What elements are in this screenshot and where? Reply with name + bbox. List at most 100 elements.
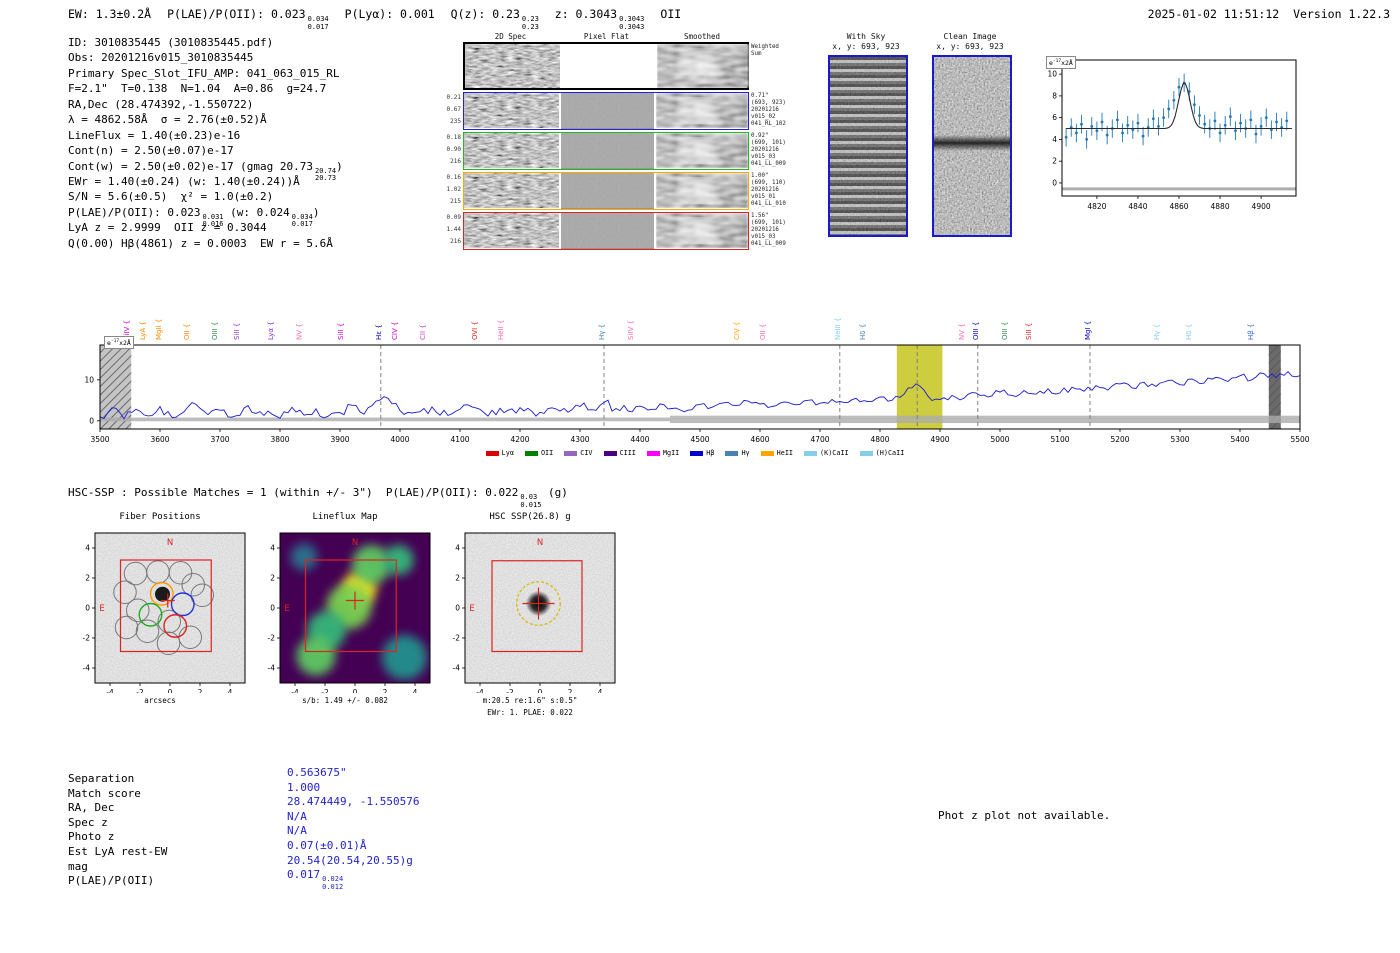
detection-info-block: ID: 3010835445 (3010835445.pdf) Obs: 2020… (68, 36, 343, 252)
header-segment: z: 0.3043 0.3043 0.3043 (554, 7, 645, 30)
legend-item-Hγ: Hγ (725, 449, 750, 457)
ylabel-text: x2Å (119, 339, 131, 348)
lineflux-xlabel: s/b: 1.49 +/- 0.082 (302, 696, 388, 705)
text-segment: Primary Spec_Slot_IFU_AMP: 041_063_015_R… (68, 66, 340, 80)
svg-text:4: 4 (228, 688, 233, 693)
svg-text:2: 2 (568, 688, 573, 693)
line-label-NV: NV { (296, 323, 304, 340)
text-segment: LyA z = 2.9999 OII z = 0.3044 (68, 221, 267, 235)
line-label-CII: CII { (419, 324, 427, 340)
stat-value: 0.90 (446, 146, 461, 153)
annotation-line: v015_01 (751, 194, 776, 200)
svg-text:4: 4 (270, 544, 275, 553)
spec2d-cutouts: 2D Spec Pixel Flat Smoothed Weighted Sum 0… (443, 28, 800, 263)
svg-text:N: N (537, 538, 543, 548)
svg-text:4100: 4100 (450, 435, 469, 444)
lineflux-panel-title: Lineflux Map (312, 512, 378, 522)
match-field-value: 1.000 (287, 781, 320, 794)
svg-text:4: 4 (1052, 135, 1057, 144)
match-field-value: 0.07(±0.01)Å (287, 839, 366, 852)
smoothed-strip (656, 133, 748, 169)
svg-text:4: 4 (413, 688, 418, 693)
text-segment: S/N = 5.6(±0.5) χ² = 1.0(±0.2) (68, 190, 274, 204)
version-label: Version 1.22.3 (1293, 7, 1390, 21)
fiber-panel-title: Fiber Positions (119, 512, 201, 522)
stat-value: 216 (450, 158, 461, 165)
fiber-xlabel: arcsecs (144, 696, 176, 705)
stat-value: 216 (450, 238, 461, 245)
match-table-row: P(LAE)/P(OII) 0.017 0.024 0.012 (68, 868, 419, 890)
match-field-value: 0.017 0.024 0.012 (287, 868, 343, 891)
info-line: S/N = 5.6(±0.5) χ² = 1.0(±0.2) (68, 190, 343, 205)
annotation-line: (693, 923) (751, 100, 786, 106)
svg-text:3500: 3500 (90, 435, 109, 444)
svg-text:E: E (284, 604, 289, 614)
svg-text:0: 0 (85, 604, 90, 613)
text-segment: EW: 1.3±0.2Å (68, 7, 152, 21)
line-label-HeII: HeII { (497, 320, 505, 340)
legend-item-Lyα: Lyα (485, 449, 514, 457)
line-label-SiII: SiII { (1025, 323, 1033, 340)
annotation-line: 0.92" (751, 133, 769, 139)
noise-texture (561, 173, 654, 208)
bright-blob (670, 97, 734, 124)
svg-text:4: 4 (85, 544, 90, 553)
match-field-value: 0.563675" (287, 766, 347, 779)
legend-item-CIII: CIII (603, 449, 636, 457)
text-segment: ID: 3010835445 (3010835445.pdf) (68, 36, 274, 49)
noise-texture (561, 93, 654, 128)
text-segment: RA,Dec (28.474392,-1.550722) (68, 97, 254, 111)
line-label-NeIII: NeIII { (834, 318, 842, 340)
svg-text:N: N (167, 538, 173, 548)
legend-item-Hβ: Hβ (690, 449, 714, 457)
hsc-xlabel-1: m:20.5 re:1.6" s:0.5" (482, 696, 578, 705)
match-value-text: 0.017 (287, 868, 321, 882)
svg-text:3800: 3800 (270, 435, 289, 444)
svg-text:4900: 4900 (1252, 202, 1271, 211)
legend-label: Hγ (741, 449, 750, 457)
legend-item-MgII: MgII (646, 449, 680, 457)
pixelflat-strip (561, 213, 654, 249)
lineflux-map-plot: -4 -4 -2 -2 0 0 2 2 4 4 N E (268, 532, 431, 693)
header-segment: P(Lyα): 0.001 (345, 7, 435, 21)
svg-text:-4: -4 (476, 688, 484, 693)
match-table-row: Spec z N/A (68, 810, 419, 831)
line-label-OII: OII { (759, 324, 767, 340)
line-label-OII: OII { (183, 324, 191, 340)
match-field-label: P(LAE)/P(OII) (68, 874, 155, 888)
weighted-sum-label: Sum (751, 51, 762, 57)
svg-text:2: 2 (383, 688, 388, 693)
noise-texture (465, 44, 560, 88)
svg-text:4800: 4800 (870, 435, 889, 444)
text-segment: P(LAE)/P(OII): 0.023 (167, 7, 306, 21)
stat-value: 1.02 (446, 186, 461, 193)
line-label-SiII: SiII { (337, 323, 345, 340)
svg-text:4: 4 (455, 544, 460, 553)
text-segment: Q(0.00) Hβ(4861) z = 0.0003 EW r = 5.6Å (68, 236, 333, 250)
fiber-cutout-row (463, 92, 749, 130)
withsky-coords: x, y: 693, 923 (832, 42, 900, 51)
match-value-text: 0.563675" (287, 766, 347, 779)
svg-text:4880: 4880 (1211, 202, 1230, 211)
line-label-NV: NV { (958, 323, 966, 340)
text-segment: Obs: 20201216v015_3010835445 (68, 51, 254, 65)
line-label-Hβ: Hβ { (1247, 324, 1255, 340)
spec2d-strip (464, 213, 559, 249)
svg-text:5400: 5400 (1230, 435, 1249, 444)
info-line: Cont(w) = 2.50(±0.02)e-17 (gmag 20.73 20.… (68, 160, 343, 182)
legend-swatch (760, 450, 774, 456)
svg-text:6: 6 (1052, 113, 1057, 122)
info-line: LineFlux = 1.40(±0.23)e-16 (68, 129, 343, 144)
svg-text:0: 0 (1052, 178, 1057, 187)
legend-label: Hβ (706, 449, 715, 457)
text-segment: z: 0.3043 (554, 7, 618, 21)
match-value-text: 0.07(±0.01)Å (287, 838, 367, 852)
annotation-line: 20201216 (751, 187, 779, 193)
noise-texture (464, 93, 559, 128)
fiber-row-annotation: 0.92" (699, 101) 20201216 v015_03 041_LL_009 (751, 133, 786, 168)
legend-swatch (646, 450, 660, 456)
legend-label: MgII (662, 449, 680, 457)
match-table-row: Photo z N/A (68, 824, 419, 845)
info-line: Primary Spec_Slot_IFU_AMP: 041_063_015_R… (68, 67, 343, 82)
full-spectrum-plot: 3500 3600 3700 3800 3900 4000 4100 4200 4300 4400… (84, 318, 1309, 444)
